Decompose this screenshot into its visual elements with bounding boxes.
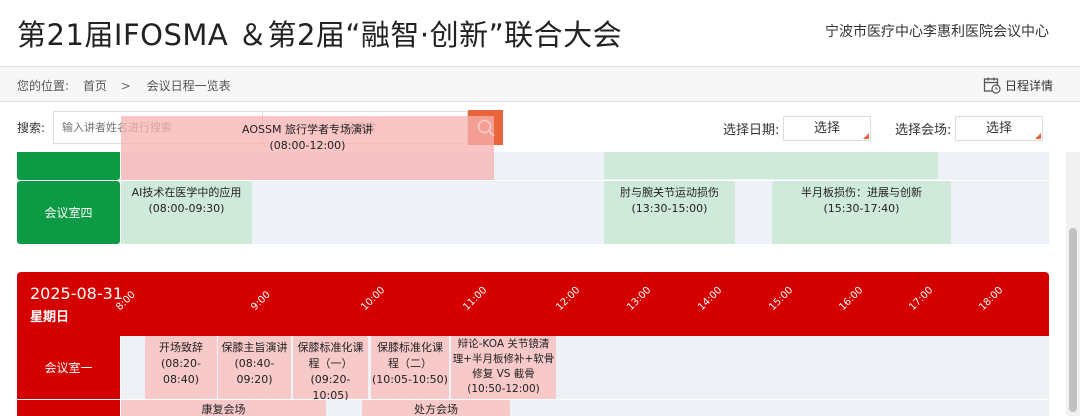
- event-block[interactable]: 康复会场: [121, 400, 326, 416]
- room-label-room1[interactable]: 会议室一: [17, 336, 120, 399]
- event-title: 保膝标准化课: [297, 341, 364, 354]
- room-label-partial[interactable]: [17, 152, 120, 180]
- schedule-grid: 会议室四 AI技术在医学中的应用 (08:00-09:30) 肘与腕关节运动损伤…: [0, 152, 1064, 416]
- day-header: 2025-08-31 星期日 8:00 9:00 10:00 11:00 12:00 13…: [17, 272, 1049, 336]
- schedule-detail-button[interactable]: 日程详情: [983, 76, 1053, 94]
- event-title: 保膝主旨演讲: [221, 341, 288, 354]
- event-block[interactable]: 保膝标准化课 程（二） (10:05-10:50): [371, 336, 449, 399]
- event-title: 处方会场: [414, 403, 458, 416]
- time-tick-label: 10:00: [359, 284, 388, 313]
- event-block[interactable]: 肘与腕关节运动损伤 (13:30-15:00): [604, 181, 735, 244]
- time-tick-label: 9:00: [249, 289, 273, 313]
- time-tick-label: 16:00: [837, 284, 866, 313]
- event-time: (08:00-09:30): [148, 202, 225, 215]
- search-label: 搜索:: [17, 121, 46, 135]
- time-tick-label: 11:00: [461, 284, 490, 313]
- event-title-cont: 理+半月板修补+软骨: [452, 353, 555, 365]
- event-title: 半月板损伤：进展与创新: [801, 186, 922, 199]
- page-title: 第21届IFOSMA ＆第2届“融智·创新”联合大会: [17, 18, 623, 52]
- event-block[interactable]: 辩论-KOA 关节镜清 理+半月板修补+软骨 修复 VS 截骨 (10:50-1…: [451, 336, 556, 399]
- date-select-label: 选择日期:: [723, 123, 780, 138]
- event-block[interactable]: 保膝标准化课 程（一） (09:20-10:05): [293, 336, 368, 402]
- event-title: 开场致辞: [159, 341, 203, 354]
- event-time: (13:30-15:00): [631, 202, 708, 215]
- event-time: (10:50-12:00): [467, 383, 540, 395]
- venue-select[interactable]: 选择: [955, 116, 1043, 141]
- event-block[interactable]: 处方会场: [362, 400, 510, 416]
- breadcrumb-current: 会议日程一览表: [146, 79, 231, 93]
- page-header: 第21届IFOSMA ＆第2届“融智·创新”联合大会 宁波市医疗中心李惠利医院会…: [0, 0, 1080, 66]
- breadcrumb-home-link[interactable]: 首页: [83, 79, 107, 93]
- event-title: AI技术在医学中的应用: [131, 186, 242, 199]
- vertical-scrollbar[interactable]: [1066, 152, 1080, 416]
- scrollbar-thumb[interactable]: [1069, 228, 1077, 412]
- event-time: (15:30-17:40): [823, 202, 900, 215]
- time-tick-label: 12:00: [554, 284, 583, 313]
- event-title: 辩论-KOA 关节镜清: [457, 338, 550, 350]
- event-title: 康复会场: [201, 403, 246, 416]
- time-tick-label: 13:00: [625, 284, 654, 313]
- floating-event-block[interactable]: AOSSM 旅行学者专场演讲 (08:00-12:00): [121, 116, 494, 180]
- event-time: (08:00-12:00): [269, 139, 346, 152]
- breadcrumb-separator: >: [120, 79, 131, 93]
- room-label-room2[interactable]: [17, 400, 120, 416]
- event-block-partial[interactable]: [604, 152, 772, 179]
- event-block[interactable]: 开场致辞 (08:20-08:40): [145, 336, 217, 399]
- event-title-cont: 程（一）: [308, 357, 353, 370]
- calendar-icon: [983, 77, 1001, 94]
- time-tick-label: 18:00: [977, 284, 1006, 313]
- day-weekday: 星期日: [30, 310, 70, 325]
- time-tick-label: 17:00: [907, 284, 936, 313]
- day-date: 2025-08-31: [30, 284, 123, 303]
- event-title-cont: 程（二）: [388, 357, 432, 370]
- event-title: AOSSM 旅行学者专场演讲: [242, 123, 373, 136]
- event-time: (08:40-09:20): [234, 357, 275, 386]
- event-title-cont: 修复 VS 截骨: [472, 368, 535, 380]
- breadcrumb: 您的位置: 首页 > 会议日程一览表: [17, 77, 241, 94]
- date-select[interactable]: 选择: [783, 116, 871, 141]
- time-tick-label: 14:00: [696, 284, 725, 313]
- event-title: 保膝标准化课: [377, 341, 443, 354]
- event-time: (10:05-10:50): [372, 373, 448, 386]
- time-tick-label: 15:00: [767, 284, 796, 313]
- event-title: 肘与腕关节运动损伤: [620, 186, 719, 199]
- event-block[interactable]: 半月板损伤：进展与创新 (15:30-17:40): [772, 181, 951, 244]
- event-block[interactable]: 保膝主旨演讲 (08:40-09:20): [218, 336, 291, 399]
- schedule-detail-label: 日程详情: [1004, 78, 1053, 93]
- event-block-partial[interactable]: [772, 152, 938, 179]
- room-label-room4[interactable]: 会议室四: [17, 181, 120, 244]
- organizer-name: 宁波市医疗中心李惠利医院会议中心: [825, 24, 1049, 40]
- venue-select-label: 选择会场:: [895, 123, 952, 138]
- event-time: (08:20-08:40): [161, 357, 201, 386]
- breadcrumb-bar: 您的位置: 首页 > 会议日程一览表 日程详情: [0, 66, 1080, 102]
- event-block[interactable]: AI技术在医学中的应用 (08:00-09:30): [121, 181, 252, 244]
- breadcrumb-prefix: 您的位置:: [17, 79, 70, 93]
